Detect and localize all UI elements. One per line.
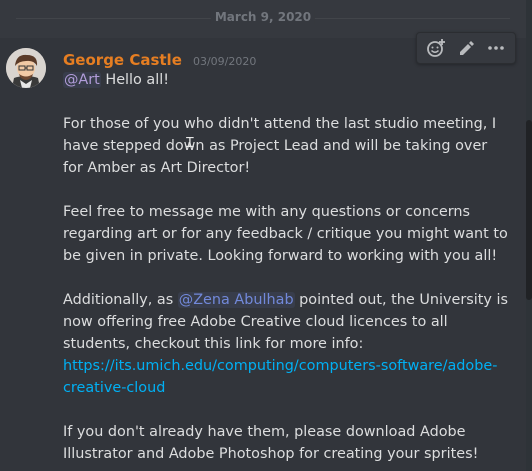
edit-icon xyxy=(460,41,474,55)
author-name[interactable]: George Castle xyxy=(63,51,182,69)
mention-zena[interactable]: @Zena Abulhab xyxy=(177,292,295,308)
chat-scroll-area[interactable]: March 9, 2020 George Castle 03/09/2020 @… xyxy=(0,0,526,471)
message-paragraph-5: If you don't already have them, please d… xyxy=(63,424,479,462)
message-header: George Castle 03/09/2020 xyxy=(63,50,256,69)
message-content: @Art Hello all! For those of you who did… xyxy=(63,69,508,471)
message-paragraph-greeting: @Art Hello all! xyxy=(63,69,508,91)
avatar-image xyxy=(6,48,46,88)
greeting-text: Hello all! xyxy=(100,72,170,88)
date-divider-label: March 9, 2020 xyxy=(210,10,316,24)
message-paragraph-3: Feel free to message me with any questio… xyxy=(63,204,508,264)
add-reaction-icon xyxy=(427,39,445,57)
chat-message[interactable]: George Castle 03/09/2020 @Art Hello all!… xyxy=(0,32,526,471)
adobe-link[interactable]: https://its.umich.edu/computing/computer… xyxy=(63,358,497,396)
mention-art[interactable]: @Art xyxy=(63,72,101,88)
date-divider: March 9, 2020 xyxy=(0,8,526,28)
add-reaction-button[interactable] xyxy=(424,36,448,60)
scrollbar-track[interactable] xyxy=(526,0,532,471)
message-toolbar xyxy=(416,32,516,64)
scrollbar-thumb[interactable] xyxy=(526,120,532,300)
message-paragraph-4: Additionally, as @Zena Abulhab pointed o… xyxy=(63,289,508,399)
more-button[interactable] xyxy=(484,36,508,60)
edit-button[interactable] xyxy=(454,36,478,60)
message-timestamp: 03/09/2020 xyxy=(192,55,257,68)
more-icon xyxy=(488,46,504,50)
avatar[interactable] xyxy=(6,48,46,88)
message-paragraph-2: For those of you who didn't attend the l… xyxy=(63,116,497,176)
para4-before-text: Additionally, as xyxy=(63,292,178,308)
